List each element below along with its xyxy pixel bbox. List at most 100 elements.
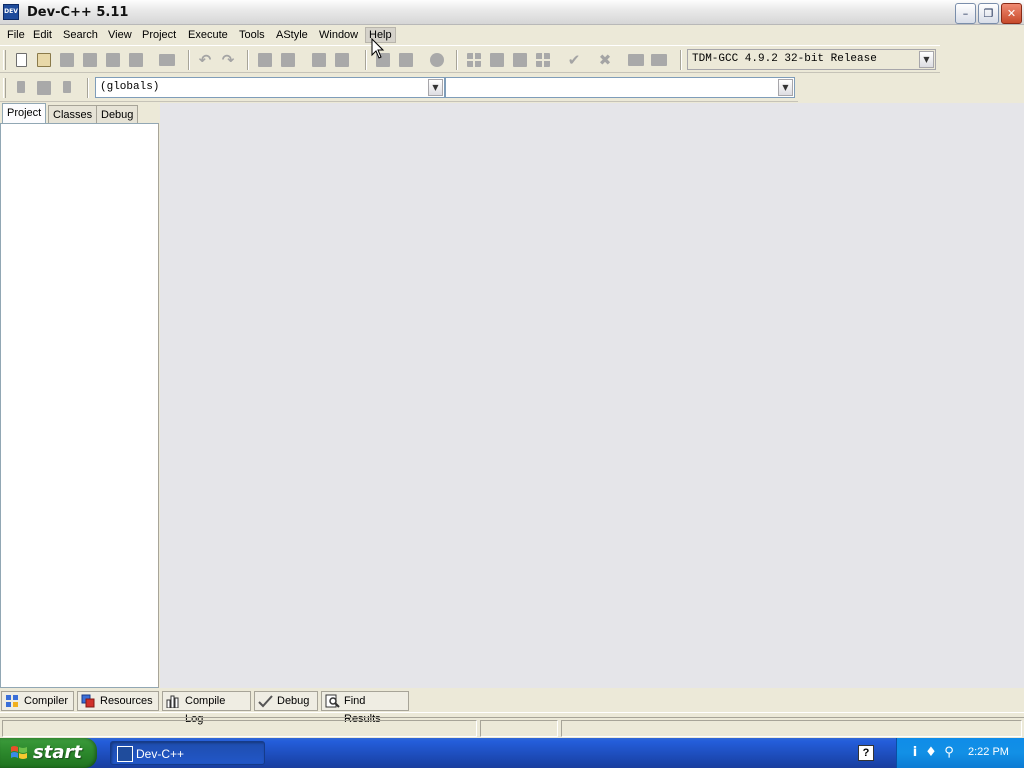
toggle-bookmark-button[interactable] [34,78,54,98]
comment-icon [430,53,444,67]
close-file-button[interactable] [103,50,123,70]
dev-cpp-app-icon[interactable]: DEV [3,4,19,20]
new-file-button[interactable] [11,50,31,70]
menu-view[interactable]: View [105,27,135,43]
close-all-button[interactable] [126,50,146,70]
compile-icon [467,53,481,67]
tab-resources-label: Resources [100,695,153,707]
save-button[interactable] [57,50,77,70]
minimize-button[interactable]: – [955,3,976,24]
profile-icon [651,54,667,66]
compile-run-button[interactable] [510,50,530,70]
find-next-icon [312,53,326,67]
menu-project[interactable]: Project [139,27,179,43]
toolbar-separator [87,78,89,98]
goto-bookmark-button[interactable] [57,78,77,98]
menu-execute[interactable]: Execute [185,27,231,43]
find-button[interactable] [255,50,275,70]
tab-resources[interactable]: Resources [77,691,159,711]
mouse-cursor-icon [371,38,385,59]
menu-window[interactable]: Window [316,27,361,43]
scope-select[interactable]: (globals) ▼ [95,77,445,98]
save-all-icon [83,53,97,67]
new-file-icon [16,53,27,67]
goto-line-button[interactable] [332,50,352,70]
menu-search[interactable]: Search [60,27,101,43]
menu-edit[interactable]: Edit [30,27,55,43]
menu-tools[interactable]: Tools [236,27,268,43]
replace-icon [281,53,295,67]
search-icon[interactable]: ⚲ [942,745,956,761]
find-next-button[interactable] [309,50,329,70]
menu-file[interactable]: File [4,27,28,43]
compile-run-icon [513,53,527,67]
scope-select-value: (globals) [100,81,160,93]
close-all-icon [129,53,143,67]
undo-button[interactable]: ↶ [195,50,215,70]
chevron-down-icon[interactable]: ▼ [428,79,443,96]
rebuild-icon [536,53,550,67]
search-icon [325,694,340,708]
windows-flag-icon [11,746,27,759]
goto-line-icon [335,53,349,67]
toolbar-grip[interactable] [3,78,6,98]
unindent-icon [399,53,413,67]
stop-icon: ✖ [598,51,612,69]
restore-button[interactable]: ❐ [978,3,999,24]
tab-compiler[interactable]: Compiler [1,691,74,711]
project-tree-panel[interactable] [0,123,159,688]
compile-button[interactable] [464,50,484,70]
insert-icon [17,81,25,93]
main-toolbar: ↶ ↷ ✔ ✖ TDM-GCC 4.9.2 32-bit Release ▼ [0,45,940,73]
debug-button[interactable] [626,50,646,70]
save-all-button[interactable] [80,50,100,70]
unindent-button[interactable] [396,50,416,70]
network-icon[interactable]: ♦ [924,745,938,761]
print-icon [159,54,175,66]
toggle-comment-button[interactable] [427,50,447,70]
start-button[interactable]: start [0,738,97,768]
run-button[interactable] [487,50,507,70]
undo-icon: ↶ [198,51,212,69]
menu-astyle[interactable]: AStyle [273,27,311,43]
check-icon [258,695,273,708]
title-bar[interactable]: DEV Dev-C++ 5.11 – ❐ ✕ [0,0,1024,25]
chevron-down-icon[interactable]: ▼ [778,79,793,96]
toolbar-grip[interactable] [3,50,6,70]
tab-classes[interactable]: Classes [48,105,98,125]
compiler-select[interactable]: TDM-GCC 4.9.2 32-bit Release ▼ [687,49,936,70]
class-browser-toolbar: (globals) ▼ ▼ [0,74,798,102]
status-cell [480,720,558,737]
close-button[interactable]: ✕ [1001,3,1022,24]
redo-icon: ↷ [221,51,235,69]
info-icon[interactable]: i [908,745,922,761]
editor-area[interactable] [160,103,1024,688]
open-button[interactable] [34,50,54,70]
taskbar-item-dev-cpp[interactable]: Dev-C++ [110,741,265,765]
tab-find-results[interactable]: Find Results [321,691,409,725]
member-select[interactable]: ▼ [445,77,795,98]
replace-button[interactable] [278,50,298,70]
close-file-icon [106,53,120,67]
tab-project[interactable]: Project [2,103,47,125]
syntax-check-button[interactable]: ✔ [564,50,584,70]
clock[interactable]: 2:22 PM [968,746,1009,758]
print-button[interactable] [157,50,177,70]
goto-bookmark-icon [63,81,71,93]
tab-compile-log[interactable]: Compile Log [162,691,251,725]
dev-cpp-icon [117,746,133,762]
redo-button[interactable]: ↷ [218,50,238,70]
compiler-select-value: TDM-GCC 4.9.2 32-bit Release [692,53,877,65]
tab-debug-output[interactable]: Debug [254,691,318,711]
insert-button[interactable] [11,78,31,98]
stop-execution-button[interactable]: ✖ [595,50,615,70]
resources-icon [81,694,95,708]
rebuild-all-button[interactable] [533,50,553,70]
chevron-down-icon[interactable]: ▼ [919,51,934,68]
tab-debug[interactable]: Debug [96,105,139,125]
help-icon[interactable]: ? [858,745,874,761]
debug-icon [628,54,644,66]
profile-button[interactable] [649,50,669,70]
taskbar-item-label: Dev-C++ [136,747,185,761]
find-icon [258,53,272,67]
